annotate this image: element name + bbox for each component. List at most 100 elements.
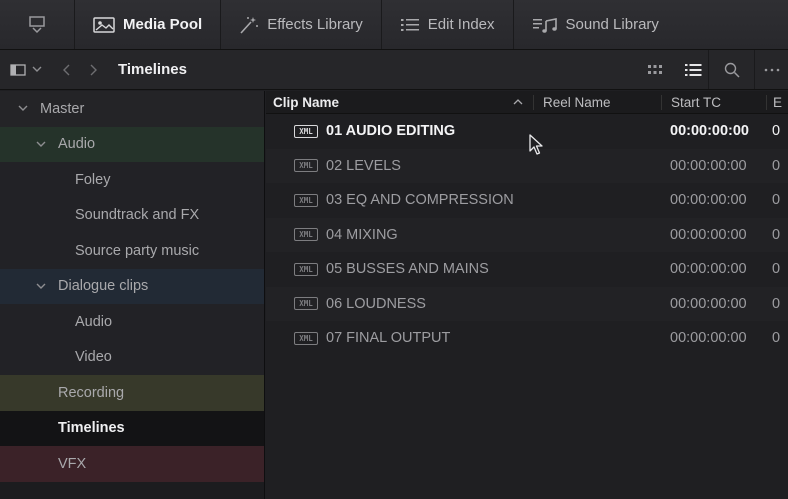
column-header-end[interactable]: E: [766, 94, 788, 110]
chevron-right-icon: [90, 64, 97, 75]
tab-media-pool-label: Media Pool: [123, 16, 203, 33]
end-tc: 0: [772, 295, 781, 312]
sidebar-item-audio[interactable]: Audio: [0, 126, 264, 162]
sidebar-item-soundtrack-and-fx[interactable]: Soundtrack and FX: [0, 197, 264, 233]
monitor-collapse-icon: [29, 15, 45, 33]
end-tc: 0: [772, 330, 781, 347]
sort-ascending-icon: [513, 98, 523, 104]
sidebar-item-label: Soundtrack and FX: [75, 207, 200, 224]
sidebar-item-master[interactable]: Master: [0, 91, 264, 127]
xml-file-icon: XML: [294, 159, 318, 173]
list-icon: [400, 18, 419, 31]
magic-wand-icon: [240, 16, 259, 34]
table-row[interactable]: XML 04 MIXING 00:00:00:00 0: [266, 217, 788, 252]
sidebar-item-label: VFX: [58, 455, 87, 472]
table-row[interactable]: XML 02 LEVELS 00:00:00:00 0: [266, 148, 788, 183]
tab-sound-library-label: Sound Library: [565, 16, 659, 33]
column-header-start-tc[interactable]: Start TC: [661, 94, 766, 110]
start-tc: 00:00:00:00: [670, 192, 747, 209]
table-row[interactable]: XML 03 EQ AND COMPRESSION 00:00:00:00 0: [266, 183, 788, 218]
start-tc: 00:00:00:00: [670, 123, 749, 140]
tab-media-pool[interactable]: Media Pool: [75, 0, 222, 49]
search-button[interactable]: [708, 50, 754, 89]
clip-name: 07 FINAL OUTPUT: [326, 330, 451, 347]
chevron-down-icon[interactable]: [34, 141, 48, 148]
clip-name: 06 LOUDNESS: [326, 295, 426, 312]
back-button[interactable]: [52, 50, 82, 89]
panel-toggle-button[interactable]: [0, 0, 75, 49]
table-row[interactable]: XML 05 BUSSES AND MAINS 00:00:00:00 0: [266, 252, 788, 287]
tab-effects-library[interactable]: Effects Library: [221, 0, 382, 49]
start-tc: 00:00:00:00: [670, 226, 747, 243]
bin-sidebar: Master Audio Foley Soundtrack and FX Sou…: [0, 91, 265, 499]
xml-file-icon: XML: [294, 331, 318, 345]
sidebar-item-video[interactable]: Video: [0, 339, 264, 375]
end-tc: 0: [772, 157, 781, 174]
sidebar-item-dialogue-clips[interactable]: Dialogue clips: [0, 268, 264, 304]
start-tc: 00:00:00:00: [670, 330, 747, 347]
end-tc: 0: [772, 123, 781, 140]
xml-file-icon: XML: [294, 228, 318, 242]
sidebar-toggle-button[interactable]: [0, 50, 52, 89]
forward-button[interactable]: [82, 50, 104, 89]
sidebar-item-foley[interactable]: Foley: [0, 162, 264, 198]
tab-edit-index-label: Edit Index: [427, 16, 495, 33]
clip-rows: XML 01 AUDIO EDITING 00:00:00:00 0 XML 02 …: [266, 114, 788, 356]
end-tc: 0: [772, 192, 781, 209]
chevron-down-icon[interactable]: [34, 283, 48, 290]
clip-name: 03 EQ AND COMPRESSION: [326, 192, 514, 209]
sidebar-item-timelines[interactable]: Timelines: [0, 410, 264, 446]
end-tc: 0: [772, 226, 781, 243]
xml-file-icon: XML: [294, 193, 318, 207]
thumbnail-view-button[interactable]: [632, 50, 678, 89]
sidebar-item-source-party-music[interactable]: Source party music: [0, 233, 264, 269]
panel-tab-bar: Media Pool Effects Library Edit Index So…: [0, 0, 788, 50]
column-header-reel-name[interactable]: Reel Name: [533, 94, 661, 110]
table-row[interactable]: XML 06 LOUDNESS 00:00:00:00 0: [266, 286, 788, 321]
sidebar-item-label: Source party music: [75, 242, 200, 259]
start-tc: 00:00:00:00: [670, 157, 747, 174]
column-header-clip-name[interactable]: Clip Name: [266, 95, 533, 110]
media-pool-icon: [93, 16, 115, 33]
table-row[interactable]: XML 07 FINAL OUTPUT 00:00:00:00 0: [266, 321, 788, 356]
start-tc: 00:00:00:00: [670, 295, 747, 312]
xml-file-icon: XML: [294, 262, 318, 276]
tab-sound-library[interactable]: Sound Library: [514, 0, 677, 49]
sidebar-item-label: Dialogue clips: [58, 278, 149, 295]
xml-file-icon: XML: [294, 297, 318, 311]
xml-file-icon: XML: [294, 124, 318, 138]
chevron-down-icon: [32, 66, 42, 72]
clip-name: 02 LEVELS: [326, 157, 401, 174]
start-tc: 00:00:00:00: [670, 261, 747, 278]
sidebar-item-label: Audio: [58, 136, 96, 153]
sidebar-panel-icon: [10, 63, 26, 76]
mouse-cursor-icon: [529, 134, 543, 155]
sidebar-item-vfx[interactable]: VFX: [0, 446, 264, 482]
sidebar-item-label: Video: [75, 349, 112, 366]
search-icon: [724, 62, 740, 78]
sidebar-item-label: Audio: [75, 313, 113, 330]
clip-name: 04 MIXING: [326, 226, 398, 243]
grid-view-icon: [648, 64, 662, 74]
sidebar-item-dialogue-audio[interactable]: Audio: [0, 304, 264, 340]
clip-list-panel: Clip Name Reel Name Start TC E XML 01 AUD…: [266, 91, 788, 499]
more-options-button[interactable]: [754, 50, 788, 89]
table-header: Clip Name Reel Name Start TC E: [266, 91, 788, 114]
bin-toolbar: Timelines: [0, 50, 788, 90]
chevron-down-icon[interactable]: [16, 105, 30, 112]
sidebar-item-recording[interactable]: Recording: [0, 375, 264, 411]
music-note-icon: [532, 17, 557, 33]
sidebar-item-label: Master: [40, 100, 85, 117]
clip-name: 01 AUDIO EDITING: [326, 123, 456, 140]
list-view-button[interactable]: [678, 50, 708, 89]
more-options-icon: [764, 68, 779, 71]
chevron-left-icon: [63, 64, 70, 75]
tab-effects-library-label: Effects Library: [267, 16, 363, 33]
sidebar-item-label: Timelines: [58, 420, 125, 437]
current-bin-title: Timelines: [118, 61, 187, 78]
tab-edit-index[interactable]: Edit Index: [382, 0, 514, 49]
end-tc: 0: [772, 261, 781, 278]
list-view-icon: [685, 63, 702, 76]
table-row[interactable]: XML 01 AUDIO EDITING 00:00:00:00 0: [266, 114, 788, 149]
sidebar-item-label: Recording: [58, 384, 125, 401]
